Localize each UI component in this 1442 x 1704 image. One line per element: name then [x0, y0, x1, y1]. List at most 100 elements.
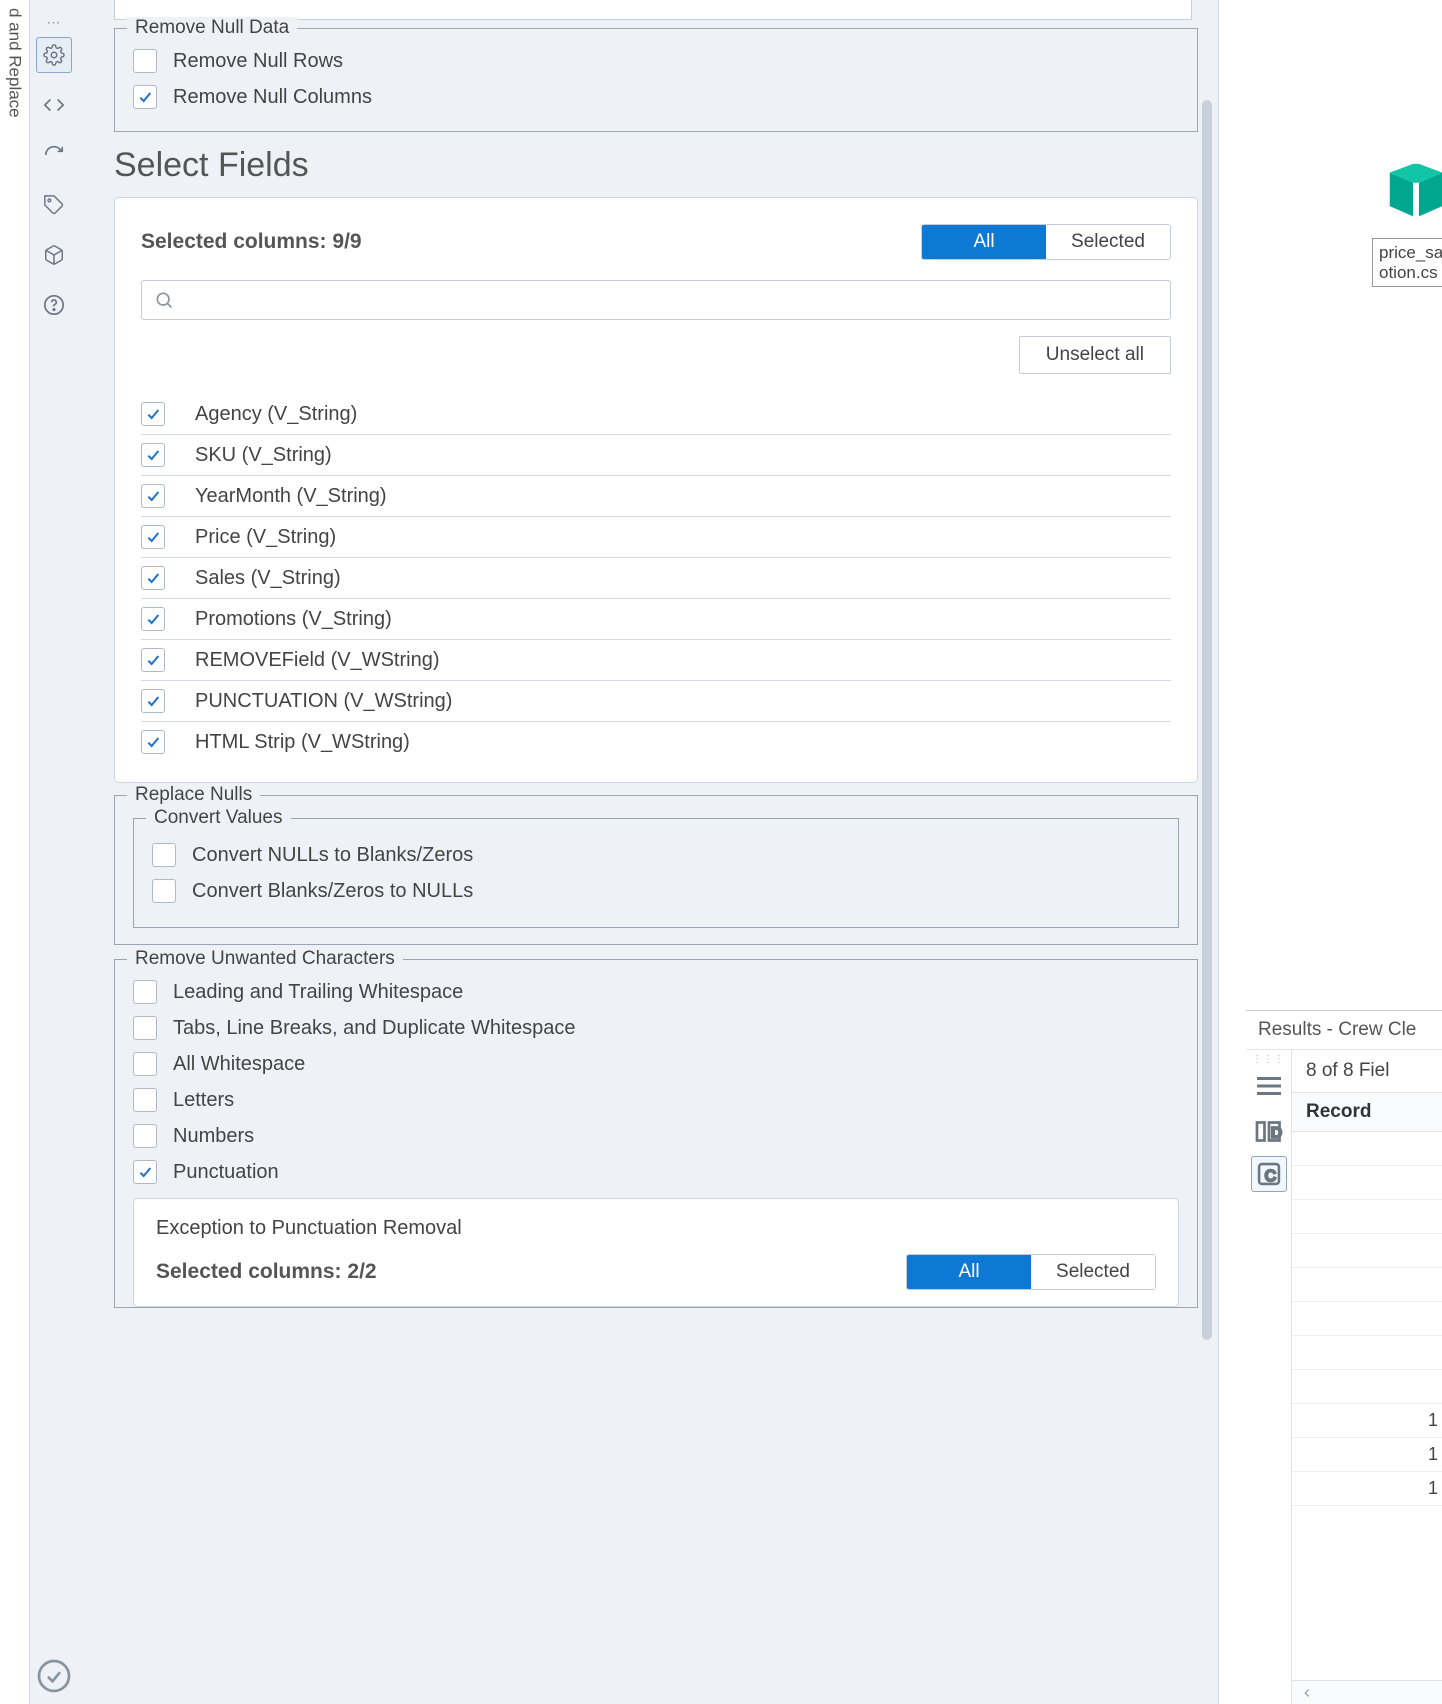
table-row[interactable] [1292, 1166, 1442, 1200]
book-icon [1381, 158, 1442, 228]
exception-summary: Selected columns: 2/2 [156, 1260, 377, 1284]
remove-null-data-legend: Remove Null Data [127, 17, 297, 39]
remove-char-label: Letters [173, 1089, 234, 1112]
results-panel: Results - Crew Cle ⋮⋮⋮ D C 8 of 8 Fiel [1246, 1010, 1442, 1704]
search-icon [154, 290, 174, 310]
svg-text:C: C [1264, 1168, 1275, 1185]
remove-null-data-group: Remove Null Data Remove Null Rows Remove… [114, 28, 1198, 132]
exception-title: Exception to Punctuation Removal [156, 1217, 1156, 1240]
remove-char-label: Tabs, Line Breaks, and Duplicate Whitesp… [173, 1017, 575, 1040]
field-label: Sales (V_String) [195, 567, 341, 590]
field-row: Price (V_String) [141, 517, 1171, 558]
field-row: HTML Strip (V_WString) [141, 722, 1171, 762]
workflow-canvas[interactable]: price_sa otion.cs [1246, 0, 1442, 1010]
find-replace-label: d and Replace [5, 8, 25, 118]
nulls-to-blanks-checkbox[interactable] [152, 843, 176, 867]
panel-divider[interactable] [1218, 0, 1246, 1704]
refresh-icon[interactable] [36, 137, 72, 173]
remove-null-rows-checkbox[interactable] [133, 49, 157, 73]
code-icon[interactable] [36, 87, 72, 123]
results-data-icon[interactable]: D [1251, 1112, 1287, 1148]
field-label: HTML Strip (V_WString) [195, 731, 410, 754]
results-title: Results - Crew Cle [1246, 1011, 1442, 1050]
field-checkbox[interactable] [141, 689, 165, 713]
field-row: SKU (V_String) [141, 435, 1171, 476]
select-fields-card: Selected columns: 9/9 All Selected Unsel… [114, 197, 1198, 783]
field-checkbox[interactable] [141, 730, 165, 754]
table-row[interactable] [1292, 1234, 1442, 1268]
results-view-icons: ⋮⋮⋮ D C [1246, 1050, 1292, 1704]
blanks-to-nulls-label: Convert Blanks/Zeros to NULLs [192, 880, 473, 903]
field-checkbox[interactable] [141, 607, 165, 631]
results-grid[interactable]: 8 of 8 Fiel Record 111 [1292, 1050, 1442, 1704]
filter-selected-button[interactable]: Selected [1046, 225, 1170, 259]
remove-char-checkbox[interactable] [133, 1160, 157, 1184]
remove-null-columns-checkbox[interactable] [133, 85, 157, 109]
remove-null-rows-label: Remove Null Rows [173, 50, 343, 73]
tool-caption: price_sa otion.cs [1372, 238, 1442, 287]
field-label: PUNCTUATION (V_WString) [195, 690, 452, 713]
tag-icon[interactable] [36, 187, 72, 223]
canvas-and-results: price_sa otion.cs Results - Crew Cle ⋮⋮⋮… [1246, 0, 1442, 1704]
package-icon[interactable] [36, 237, 72, 273]
exception-filter-selected[interactable]: Selected [1031, 1255, 1155, 1289]
left-vertical-strip: d and Replace [0, 0, 30, 1704]
convert-values-group: Convert Values Convert NULLs to Blanks/Z… [133, 818, 1179, 928]
field-checkbox[interactable] [141, 525, 165, 549]
help-icon[interactable] [36, 287, 72, 323]
config-scrollbar[interactable] [1202, 100, 1212, 1340]
table-row[interactable]: 1 [1292, 1472, 1442, 1506]
convert-values-legend: Convert Values [146, 807, 291, 829]
field-checkbox[interactable] [141, 566, 165, 590]
table-row[interactable] [1292, 1336, 1442, 1370]
results-list-icon[interactable] [1251, 1068, 1287, 1104]
gear-icon[interactable] [36, 37, 72, 73]
config-icon-sidebar: ⋯ [30, 0, 78, 1704]
results-compare-icon[interactable]: C [1251, 1156, 1287, 1192]
table-row[interactable] [1292, 1200, 1442, 1234]
table-row[interactable] [1292, 1302, 1442, 1336]
results-grip[interactable]: ⋮⋮⋮ [1246, 1054, 1291, 1064]
remove-char-checkbox[interactable] [133, 1016, 157, 1040]
chevron-left-icon [1300, 1686, 1314, 1700]
remove-char-checkbox[interactable] [133, 1052, 157, 1076]
remove-char-checkbox[interactable] [133, 980, 157, 1004]
results-hscroll[interactable] [1292, 1680, 1442, 1704]
exception-card: Exception to Punctuation Removal Selecte… [133, 1198, 1179, 1307]
table-row[interactable] [1292, 1370, 1442, 1404]
status-check-icon [36, 1658, 72, 1694]
field-checkbox[interactable] [141, 648, 165, 672]
table-row[interactable] [1292, 1268, 1442, 1302]
table-row[interactable]: 1 [1292, 1404, 1442, 1438]
remove-char-label: Numbers [173, 1125, 254, 1148]
field-checkbox[interactable] [141, 443, 165, 467]
replace-nulls-legend: Replace Nulls [127, 784, 260, 806]
drag-handle-dots[interactable]: ⋯ [47, 14, 62, 31]
table-row[interactable] [1292, 1132, 1442, 1166]
results-record-header[interactable]: Record [1292, 1092, 1442, 1132]
remove-char-checkbox[interactable] [133, 1088, 157, 1112]
field-checkbox[interactable] [141, 402, 165, 426]
svg-text:D: D [1270, 1125, 1281, 1142]
remove-char-checkbox[interactable] [133, 1124, 157, 1148]
table-row[interactable]: 1 [1292, 1438, 1442, 1472]
search-input[interactable] [184, 290, 1158, 311]
field-row: Promotions (V_String) [141, 599, 1171, 640]
field-search[interactable] [141, 280, 1171, 320]
unselect-all-button[interactable]: Unselect all [1019, 336, 1171, 374]
config-panel: Remove Null Data Remove Null Rows Remove… [78, 0, 1218, 1704]
remove-char-label: All Whitespace [173, 1053, 305, 1076]
filter-toggle: All Selected [921, 224, 1171, 260]
exception-filter-all[interactable]: All [907, 1255, 1031, 1289]
selected-columns-summary: Selected columns: 9/9 [141, 230, 362, 254]
exception-filter-toggle: All Selected [906, 1254, 1156, 1290]
blanks-to-nulls-checkbox[interactable] [152, 879, 176, 903]
workflow-tool[interactable]: price_sa otion.cs [1372, 158, 1442, 287]
filter-all-button[interactable]: All [922, 225, 1046, 259]
remove-char-label: Leading and Trailing Whitespace [173, 981, 463, 1004]
field-row: Agency (V_String) [141, 394, 1171, 435]
field-label: REMOVEField (V_WString) [195, 649, 440, 672]
field-checkbox[interactable] [141, 484, 165, 508]
field-label: Promotions (V_String) [195, 608, 392, 631]
field-row: PUNCTUATION (V_WString) [141, 681, 1171, 722]
